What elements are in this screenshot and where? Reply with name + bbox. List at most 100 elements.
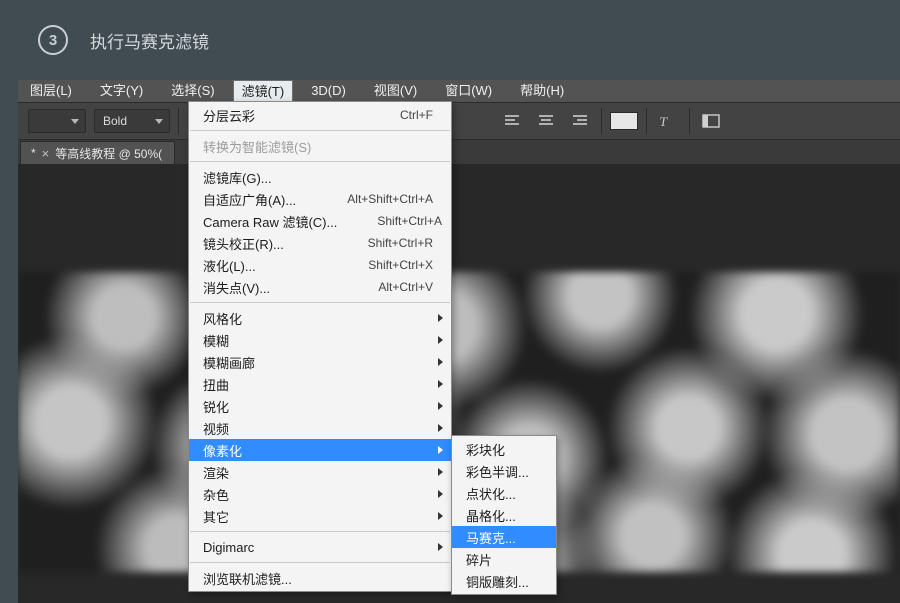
menuitem-label: 晶格化... [466,506,538,525]
submenu-arrow-icon [438,380,443,388]
pixelate-submenu: 彩块化 彩色半调... 点状化... 晶格化... 马赛克... 碎片 铜版雕刻… [451,435,557,595]
options-divider [646,108,647,134]
menuitem-label: 彩块化 [466,440,538,459]
options-divider [601,108,602,134]
menuitem-label: Digimarc [203,540,433,555]
menu-separator [190,302,450,303]
tutorial-step-banner: 3 执行马赛克滤镜 [0,0,900,80]
menu-separator [190,161,450,162]
options-bar: Bold TT T [18,102,900,140]
submenu-mezzotint[interactable]: 铜版雕刻... [452,570,556,592]
menuitem-browse-online[interactable]: 浏览联机滤镜... [189,567,451,589]
menu-separator [190,562,450,563]
menuitem-vanishing[interactable]: 消失点(V)... Alt+Ctrl+V [189,276,451,298]
submenu-fragment[interactable]: 碎片 [452,548,556,570]
menuitem-label: 液化(L)... [203,256,328,275]
document-title: 等高线教程 @ 50%( [55,145,162,162]
font-family-dropdown[interactable] [28,109,86,133]
menu-layer[interactable]: 图层(L) [20,80,82,102]
align-center-icon[interactable] [533,108,559,134]
submenu-arrow-icon [438,314,443,322]
menuitem-video[interactable]: 视频 [189,417,451,439]
text-color-swatch[interactable] [610,112,638,130]
menuitem-stylize[interactable]: 风格化 [189,307,451,329]
menuitem-label: 镜头校正(R)... [203,234,328,253]
submenu-arrow-icon [438,336,443,344]
font-weight-dropdown[interactable]: Bold [94,109,170,133]
menu-filter[interactable]: 滤镜(T) [233,80,294,103]
menuitem-blur-gallery[interactable]: 模糊画廊 [189,351,451,373]
menu-separator [190,130,450,131]
close-icon[interactable]: × [42,146,50,161]
align-left-icon[interactable] [499,108,525,134]
document-tab[interactable]: * × 等高线教程 @ 50%( [20,141,175,164]
menuitem-filter-gallery[interactable]: 滤镜库(G)... [189,166,451,188]
menuitem-label: 浏览联机滤镜... [203,569,433,588]
font-weight-value: Bold [103,114,127,128]
menuitem-shortcut: Shift+Ctrl+A [377,214,442,228]
document-dirty-marker: * [31,146,36,160]
menuitem-label: Camera Raw 滤镜(C)... [203,212,337,231]
menuitem-label: 转换为智能滤镜(S) [203,137,433,156]
menu-window[interactable]: 窗口(W) [435,80,502,102]
submenu-arrow-icon [438,543,443,551]
menubar: 图层(L) 文字(Y) 选择(S) 滤镜(T) 3D(D) 视图(V) 窗口(W… [18,80,900,102]
menuitem-noise[interactable]: 杂色 [189,483,451,505]
options-divider [689,108,690,134]
menuitem-label: 自适应广角(A)... [203,190,307,209]
menuitem-label: 彩色半调... [466,462,538,481]
menuitem-shortcut: Shift+Ctrl+X [368,258,433,272]
step-title: 执行马赛克滤镜 [90,28,209,53]
menu-type[interactable]: 文字(Y) [90,80,153,102]
submenu-crystallize[interactable]: 晶格化... [452,504,556,526]
menu-help[interactable]: 帮助(H) [510,80,574,102]
menu-select[interactable]: 选择(S) [161,80,224,102]
menuitem-label: 风格化 [203,309,433,328]
menuitem-label: 扭曲 [203,375,433,394]
menuitem-shortcut: Alt+Ctrl+V [378,280,433,294]
document-tab-bar: * × 等高线教程 @ 50%( [18,140,900,164]
submenu-arrow-icon [438,512,443,520]
menuitem-label: 视频 [203,419,433,438]
menuitem-label: 点状化... [466,484,538,503]
submenu-arrow-icon [438,402,443,410]
step-number-badge: 3 [38,25,68,55]
menuitem-label: 模糊画廊 [203,353,433,372]
menuitem-digimarc[interactable]: Digimarc [189,536,451,558]
menuitem-sharpen[interactable]: 锐化 [189,395,451,417]
menuitem-label: 锐化 [203,397,433,416]
align-right-icon[interactable] [567,108,593,134]
submenu-arrow-icon [438,446,443,454]
menu-view[interactable]: 视图(V) [364,80,427,102]
submenu-arrow-icon [438,424,443,432]
menuitem-adaptive-wide[interactable]: 自适应广角(A)... Alt+Shift+Ctrl+A [189,188,451,210]
menuitem-other[interactable]: 其它 [189,505,451,527]
menuitem-render[interactable]: 渲染 [189,461,451,483]
menuitem-label: 分层云彩 [203,106,360,125]
submenu-arrow-icon [438,358,443,366]
submenu-arrow-icon [438,468,443,476]
menuitem-lens-correct[interactable]: 镜头校正(R)... Shift+Ctrl+R [189,232,451,254]
submenu-pointillize[interactable]: 点状化... [452,482,556,504]
warp-text-icon[interactable]: T [655,108,681,134]
menuitem-label: 滤镜库(G)... [203,168,433,187]
menuitem-distort[interactable]: 扭曲 [189,373,451,395]
menuitem-liquify[interactable]: 液化(L)... Shift+Ctrl+X [189,254,451,276]
menuitem-label: 碎片 [466,550,538,569]
menuitem-label: 模糊 [203,331,433,350]
submenu-color-halftone2[interactable]: 彩色半调... [452,460,556,482]
chevron-down-icon [155,119,163,124]
menuitem-last-filter[interactable]: 分层云彩 Ctrl+F [189,104,451,126]
chevron-down-icon [71,119,79,124]
menuitem-label: 消失点(V)... [203,278,338,297]
menu-3d[interactable]: 3D(D) [301,80,356,102]
submenu-mosaic[interactable]: 马赛克... [452,526,556,548]
options-divider [178,108,179,134]
submenu-color-halftone[interactable]: 彩块化 [452,438,556,460]
menuitem-camera-raw[interactable]: Camera Raw 滤镜(C)... Shift+Ctrl+A [189,210,451,232]
menuitem-blur[interactable]: 模糊 [189,329,451,351]
panel-toggle-icon[interactable] [698,108,724,134]
svg-text:T: T [659,114,669,129]
menuitem-label: 马赛克... [466,528,538,547]
menuitem-pixelate[interactable]: 像素化 [189,439,451,461]
